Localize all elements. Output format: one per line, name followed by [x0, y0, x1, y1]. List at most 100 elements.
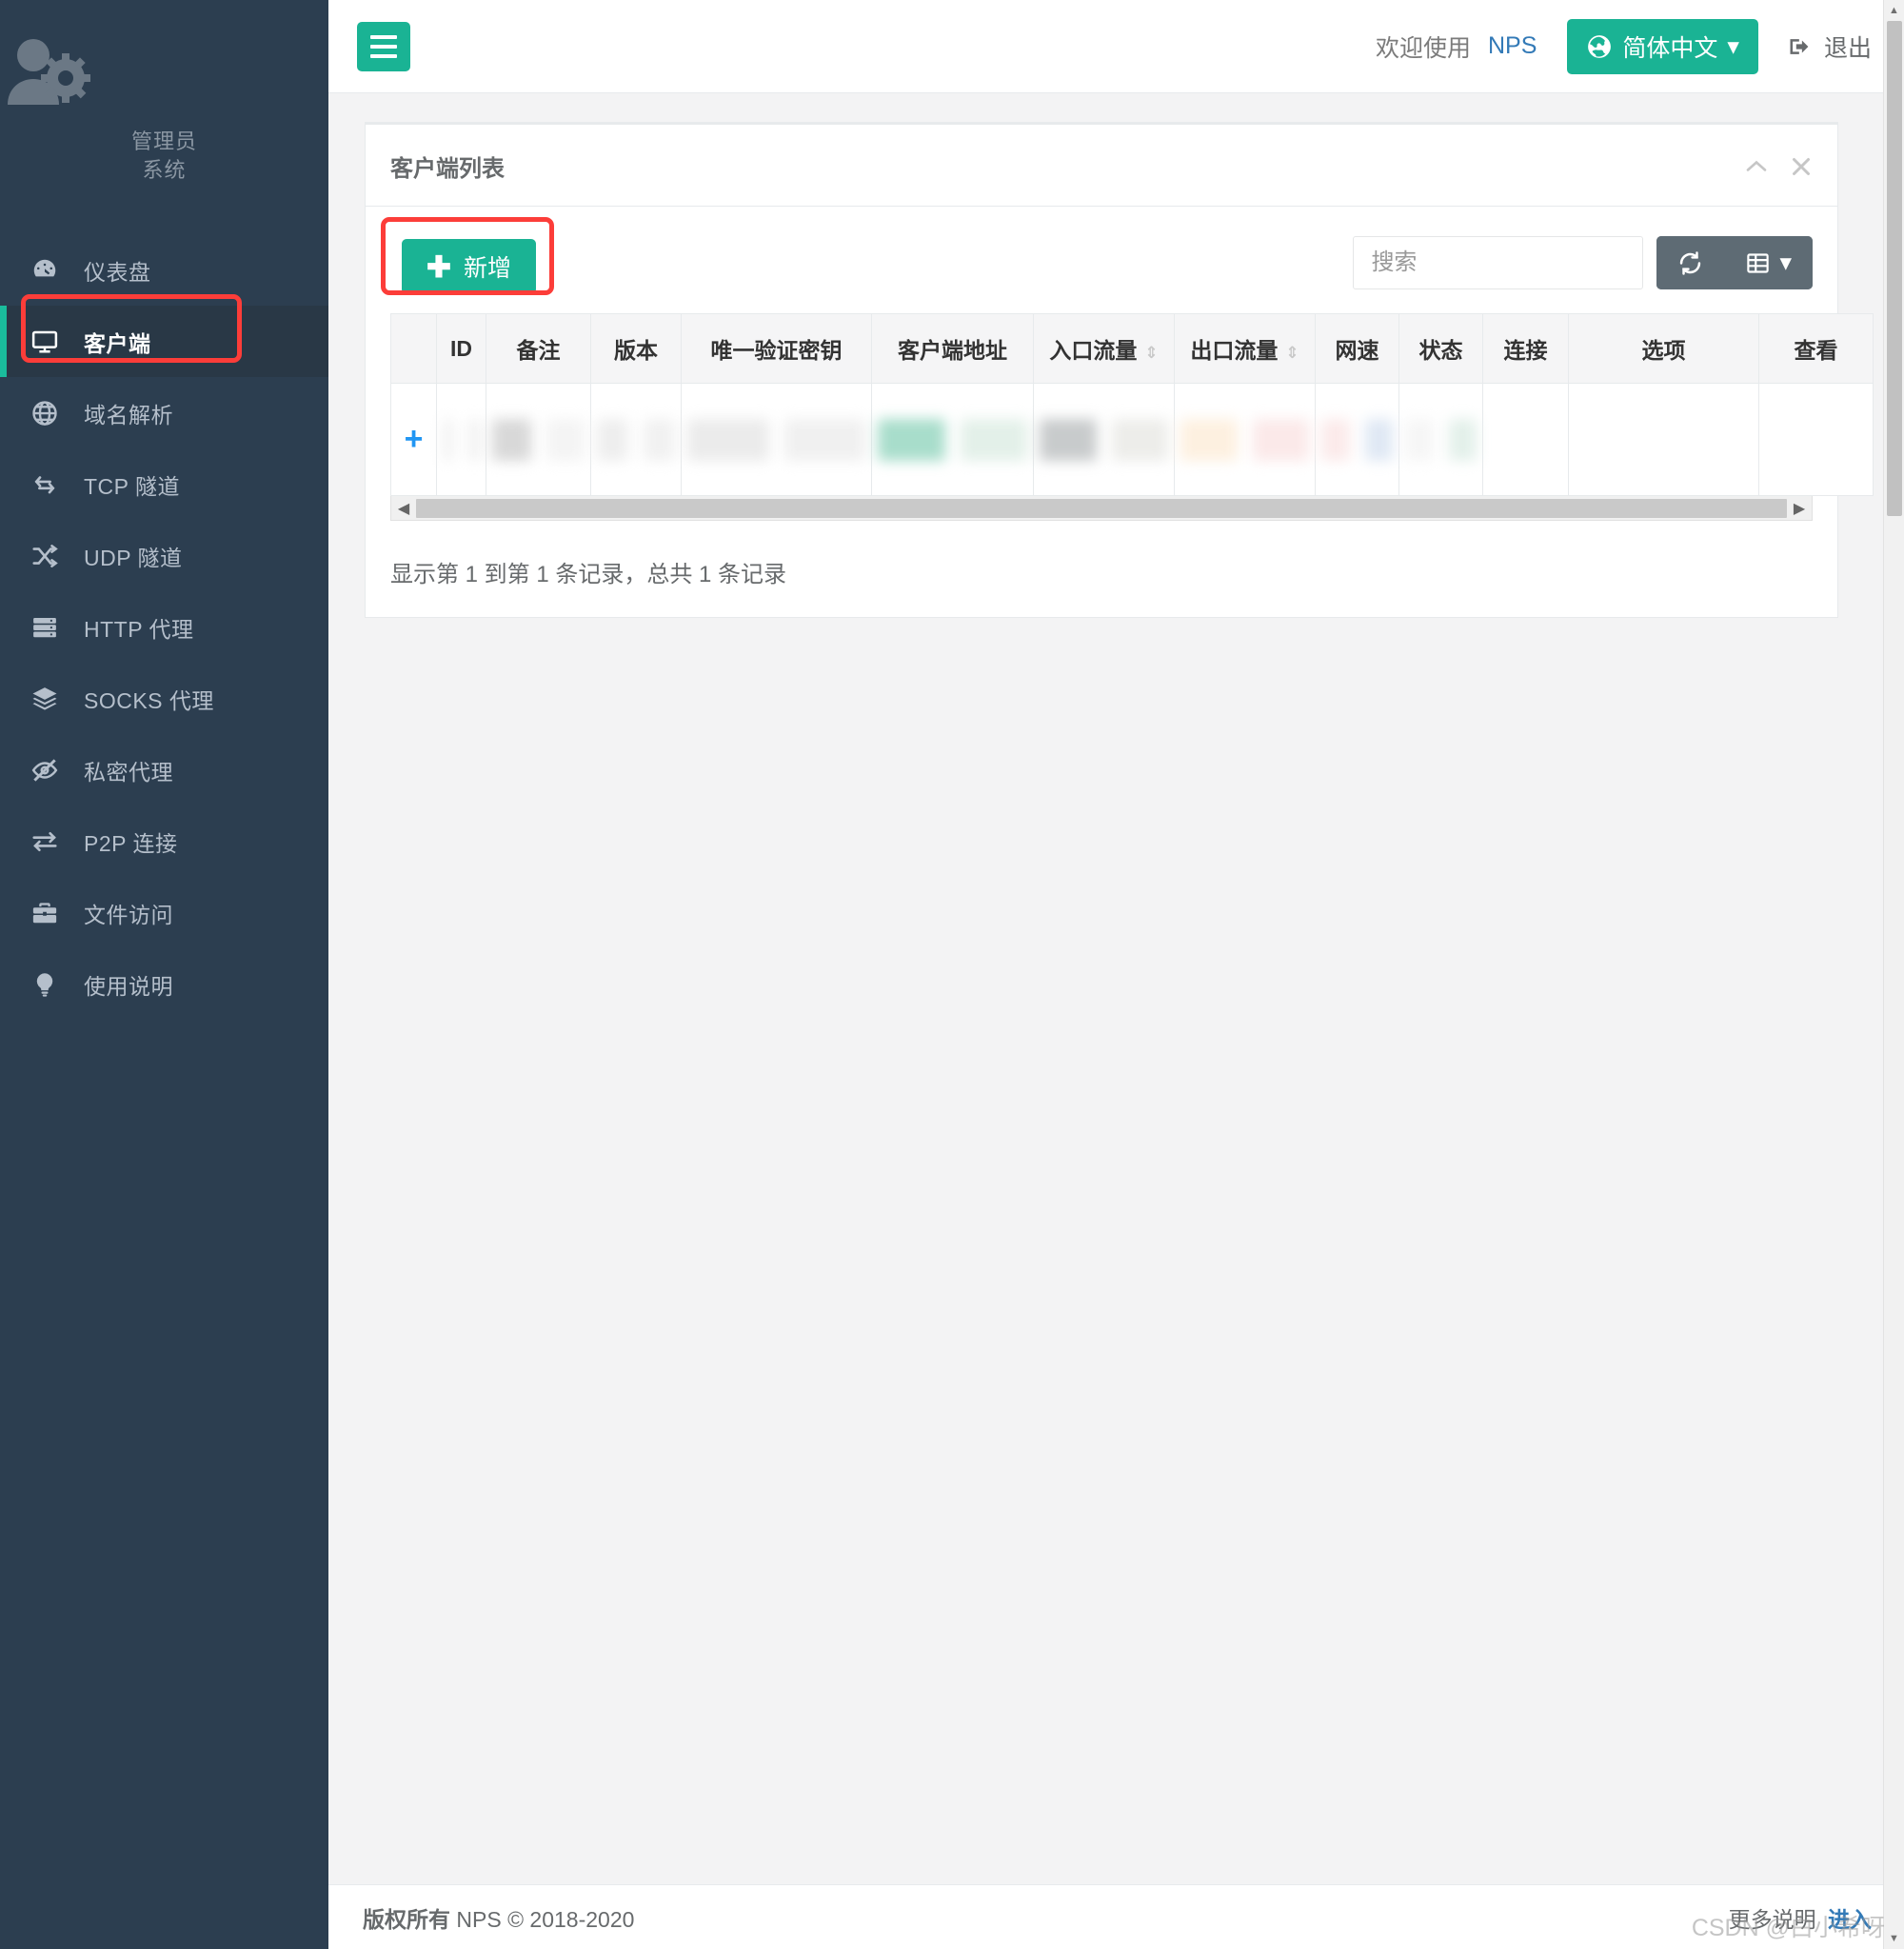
redacted-value: [1111, 418, 1168, 461]
close-icon[interactable]: [1790, 155, 1813, 178]
sidebar-item-udp-tunnel[interactable]: UDP 隧道: [0, 520, 328, 591]
sidebar-item-private-proxy[interactable]: 私密代理: [0, 734, 328, 805]
table-column-header: [390, 313, 437, 384]
table-cell-redacted: [681, 383, 872, 496]
chevron-up-icon[interactable]: [1744, 158, 1769, 174]
table-cell-redacted: [871, 383, 1034, 496]
sidebar-item-label: UDP 隧道: [84, 545, 183, 570]
hamburger-icon: [370, 44, 397, 49]
refresh-icon: [1677, 250, 1703, 276]
sidebar-item-http-proxy[interactable]: HTTP 代理: [0, 591, 328, 663]
table-cell-redacted: [1398, 383, 1483, 496]
table-column-header: 客户端地址: [871, 313, 1034, 384]
sidebar-item-domain[interactable]: 域名解析: [0, 377, 328, 448]
server-icon: [30, 613, 72, 642]
redacted-value: [644, 418, 675, 461]
sort-arrows-icon[interactable]: ⇕: [1144, 344, 1158, 363]
layers-icon: [30, 685, 72, 713]
add-button-label: 新增: [463, 255, 511, 282]
menu-toggle-button[interactable]: [357, 21, 410, 71]
panel-body: ✚ 新增 搜索 ▾ ID 备注 版本 唯一验证密钥 客户端地址 入口流量 ⇕ 出…: [366, 207, 1874, 617]
refresh-button[interactable]: [1656, 236, 1725, 289]
redacted-value: [597, 418, 628, 461]
profile-name: 管理员: [130, 129, 197, 153]
redacted-value: [545, 418, 585, 461]
scroll-right-arrow-icon[interactable]: ▶: [1787, 499, 1812, 518]
client-list-panel: 客户端列表 ✚ 新增 搜索 ▾ ID 备注 版本 唯一验证密钥 客户端地址 入口…: [365, 122, 1874, 618]
page-scroll-thumb[interactable]: [1887, 21, 1902, 516]
logout-label: 退出: [1823, 34, 1872, 62]
sidebar-item-usage-guide[interactable]: 使用说明: [0, 948, 328, 1020]
dashboard-gauge-icon: [30, 256, 72, 285]
scroll-up-arrow-icon[interactable]: ▲: [1884, 0, 1904, 21]
redacted-value: [1448, 418, 1477, 461]
table-header-row: ID 备注 版本 唯一验证密钥 客户端地址 入口流量 ⇕ 出口流量 ⇕ 网速 状态 连接 选项 查看: [390, 313, 1874, 384]
table-column-header: 网速: [1315, 313, 1399, 384]
column-header-label: 选项: [1641, 338, 1686, 363]
column-header-label: 唯一验证密钥: [710, 338, 843, 363]
redacted-value: [687, 418, 769, 461]
chevron-down-icon: ▾: [1779, 249, 1792, 276]
sidebar-item-label: 仪表盘: [84, 259, 151, 285]
logout-button[interactable]: 退出: [1787, 30, 1872, 64]
table-cell-redacted: [486, 383, 591, 496]
redacted-value: [783, 418, 865, 461]
sidebar-item-file-access[interactable]: 文件访问: [0, 877, 328, 948]
table-record-info: 显示第 1 到第 1 条记录，总共 1 条记录: [390, 562, 787, 587]
column-header-label: 入口流量: [1049, 338, 1138, 363]
brand-link[interactable]: NPS: [1488, 32, 1537, 60]
table-column-header[interactable]: 出口流量 ⇕: [1174, 313, 1316, 384]
client-data-table: ID 备注 版本 唯一验证密钥 客户端地址 入口流量 ⇕ 出口流量 ⇕ 网速 状态 连接 选项 查看 +: [390, 313, 1874, 496]
table-column-header[interactable]: 入口流量 ⇕: [1033, 313, 1175, 384]
add-client-button[interactable]: ✚ 新增: [402, 239, 536, 294]
table-horizontal-scrollbar[interactable]: ◀ ▶: [390, 496, 1813, 521]
profile-subtitle: 系统: [142, 158, 187, 182]
table-row[interactable]: +: [390, 383, 1874, 496]
page-scrollbar[interactable]: ▲ ▼: [1883, 0, 1904, 1949]
column-header-label: 连接: [1503, 338, 1548, 363]
sidebar-item-socks-proxy[interactable]: SOCKS 代理: [0, 663, 328, 734]
sidebar-item-dashboard[interactable]: 仪表盘: [0, 234, 328, 306]
column-header-label: ID: [450, 335, 472, 361]
column-header-label: 查看: [1794, 338, 1838, 363]
row-expand-button[interactable]: +: [390, 383, 437, 496]
app-root: 管理员 系统 仪表盘 客户端 域名解析 TCP 隧道 UDP 隧道 HTTP 代…: [0, 0, 1904, 1949]
sidebar-item-label: SOCKS 代理: [84, 687, 214, 713]
sidebar-item-p2p[interactable]: P2P 连接: [0, 805, 328, 877]
random-shuffle-icon: [30, 542, 72, 570]
main-area: 欢迎使用 NPS 简体中文 ▾ 退出 客户端列表 ✚ 新增 搜索 ▾ ID 备注…: [328, 0, 1904, 1949]
scroll-thumb[interactable]: [416, 498, 1787, 518]
sidebar-profile: 管理员 系统: [0, 0, 328, 217]
data-table-wrapper: ID 备注 版本 唯一验证密钥 客户端地址 入口流量 ⇕ 出口流量 ⇕ 网速 状态 连接 选项 查看 + …: [390, 313, 1874, 521]
footer-more-info: 更多说明 进入: [1729, 1901, 1872, 1934]
sidebar-item-label: TCP 隧道: [84, 473, 180, 499]
globe-icon: [1586, 33, 1613, 60]
redacted-value: [1405, 418, 1434, 461]
scroll-left-arrow-icon[interactable]: ◀: [391, 499, 416, 518]
panel-header: 客户端列表: [366, 125, 1837, 207]
table-column-header: 备注: [486, 313, 591, 384]
table-head: ID 备注 版本 唯一验证密钥 客户端地址 入口流量 ⇕ 出口流量 ⇕ 网速 状态 连接 选项 查看: [390, 313, 1874, 384]
redacted-value: [492, 418, 531, 461]
scroll-down-arrow-icon[interactable]: ▼: [1884, 1928, 1904, 1949]
language-dropdown-button[interactable]: 简体中文 ▾: [1567, 18, 1758, 74]
panel-tools: [1744, 155, 1813, 178]
redacted-value: [1040, 418, 1097, 461]
plus-icon: ✚: [426, 249, 451, 284]
enter-link[interactable]: 进入: [1828, 1907, 1872, 1932]
column-header-label: 版本: [614, 338, 658, 363]
sidebar-item-label: 文件访问: [84, 902, 173, 927]
column-toggle-button[interactable]: ▾: [1724, 236, 1813, 289]
welcome-text: 欢迎使用: [1375, 34, 1471, 62]
column-header-label: 备注: [516, 338, 561, 363]
sort-arrows-icon[interactable]: ⇕: [1285, 344, 1299, 363]
search-input[interactable]: [1353, 236, 1644, 289]
language-label: 简体中文: [1622, 34, 1718, 62]
sidebar-item-tcp-tunnel[interactable]: TCP 隧道: [0, 448, 328, 520]
table-cell-redacted: [1033, 383, 1175, 496]
panel-title: 客户端列表: [390, 156, 505, 182]
sidebar-item-client[interactable]: 客户端: [0, 306, 328, 377]
lightbulb-icon: [30, 970, 72, 999]
table-body: +: [390, 383, 1874, 496]
redacted-value: [1364, 418, 1393, 461]
